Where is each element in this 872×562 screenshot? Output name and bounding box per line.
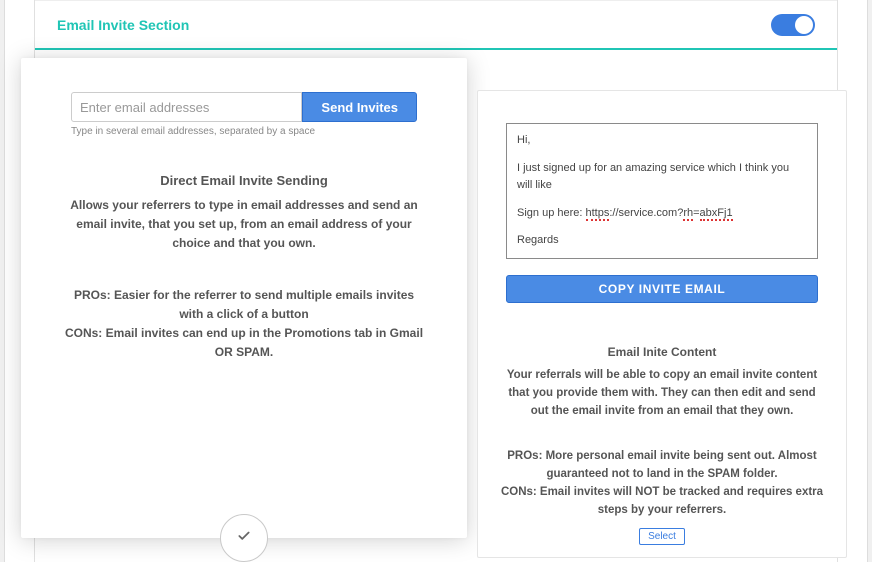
invite-message-box[interactable]: Hi, I just signed up for an amazing serv… <box>506 123 818 259</box>
direct-invite-card: Send Invites Type in several email addre… <box>21 58 467 538</box>
direct-invite-pros: PROs: Easier for the referrer to send mu… <box>57 286 431 324</box>
direct-invite-cons: CONs: Email invites can end up in the Pr… <box>57 324 431 362</box>
direct-invite-heading: Direct Email Invite Sending <box>57 173 431 188</box>
msg-signup: Sign up here: https://service.com?rh=abx… <box>517 205 807 223</box>
copy-invite-card: Hi, I just signed up for an amazing serv… <box>477 90 847 558</box>
direct-invite-body: Allows your referrers to type in email a… <box>57 196 431 254</box>
section-header: Email Invite Section <box>35 0 837 48</box>
copy-invite-body: Your referrals will be able to copy an e… <box>494 367 830 420</box>
msg-link-part4: abxFj1 <box>700 207 733 221</box>
check-icon <box>237 529 251 548</box>
copy-invite-email-button[interactable]: COPY INVITE EMAIL <box>506 275 818 303</box>
section-toggle[interactable] <box>771 14 815 36</box>
email-addresses-input[interactable] <box>71 92 302 122</box>
select-button[interactable]: Select <box>639 528 685 545</box>
email-helper-text: Type in several email addresses, separat… <box>71 126 431 137</box>
msg-link-part1: https <box>586 207 610 221</box>
msg-regards: Regards <box>517 232 807 250</box>
send-invites-button[interactable]: Send Invites <box>302 92 417 122</box>
msg-link-part2: rh <box>683 207 693 221</box>
section-title: Email Invite Section <box>57 17 189 33</box>
copy-invite-pros: PROs: More personal email invite being s… <box>494 448 830 484</box>
toggle-knob <box>795 16 813 34</box>
msg-hi: Hi, <box>517 132 807 150</box>
copy-invite-cons: CONs: Email invites will NOT be tracked … <box>494 484 830 520</box>
msg-body: I just signed up for an amazing service … <box>517 160 807 195</box>
copy-invite-heading: Email Inite Content <box>494 345 830 359</box>
selected-indicator-button[interactable] <box>220 514 268 562</box>
